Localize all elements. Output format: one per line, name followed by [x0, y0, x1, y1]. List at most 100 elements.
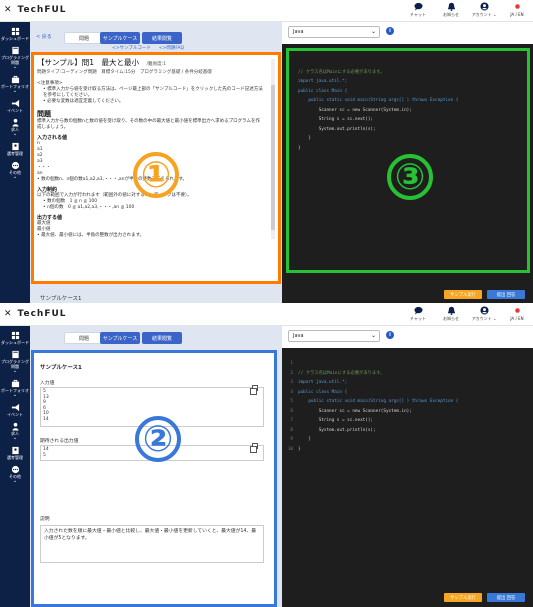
sidebar-item-portfolio[interactable]: ポートフォリオ ⌄: [0, 379, 30, 398]
sidebar-item-jobs[interactable]: 求人 ⌄: [0, 118, 30, 137]
language-bar: Java ⌄ i: [282, 326, 533, 348]
language-select[interactable]: Java ⌄: [288, 26, 380, 38]
lang-switch[interactable]: JA / EN: [505, 2, 529, 18]
sidebar: ダッシュボード プログラミング問題 ⌄ ポートフォリオ ⌄ イベント 求人 ⌄ 選考管…: [0, 22, 30, 303]
copy-icon[interactable]: [250, 385, 258, 395]
lang-switch[interactable]: JA / EN: [505, 306, 529, 322]
tab-problem[interactable]: 問題: [64, 32, 104, 44]
briefcase-icon: [11, 75, 19, 84]
sidebar-item-problems[interactable]: プログラミング問題 ⌄: [0, 350, 30, 374]
sidebar-label: ダッシュボード: [1, 340, 29, 345]
user-card-icon: [11, 142, 19, 151]
tab-result[interactable]: 結果閲覧: [142, 32, 182, 44]
notice-button[interactable]: お知らせ: [439, 306, 463, 322]
sample-case-panel: サンプルケース1 入力値 5 13 9 6 10 14 期待される出力値 14 …: [31, 350, 277, 607]
note-item: • 標準入力から値を受け取る方法は、ページ最上部の「サンプルコード」をクリックし…: [43, 87, 263, 98]
sidebar-label: 選考管理: [7, 455, 23, 460]
marker-three: ③: [387, 154, 433, 200]
tab-result[interactable]: 結果閲覧: [142, 332, 182, 344]
sidebar-item-portfolio[interactable]: ポートフォリオ ⌄: [0, 75, 30, 94]
chat-button[interactable]: チャット: [406, 2, 430, 18]
top-header: ✕ TechFUL チャット お知らせ アカウント ⌄ JA / EN: [0, 304, 533, 326]
tab-problem[interactable]: 問題: [64, 332, 104, 344]
account-label: アカウント ⌄: [471, 316, 497, 321]
chevron-down-icon: ⌄: [12, 88, 18, 94]
account-button[interactable]: アカウント ⌄: [472, 306, 496, 322]
person-icon: [11, 422, 19, 431]
info-icon[interactable]: i: [386, 27, 394, 35]
problem-meta: 問題タイプ:コーディング問題 目標タイム:15分 プログラミング基礎 / 条件分…: [37, 70, 212, 75]
brand-logo: ✕ TechFUL: [4, 309, 67, 319]
problem-links: <>サンプルコード <>問題FAQ: [112, 45, 192, 51]
output-label: 期待される出力値: [40, 439, 79, 444]
section-problem: 問題: [37, 110, 51, 118]
status-dot-icon: [514, 4, 520, 9]
top-header: ✕ TechFUL チャット お知らせ アカウント ⌄ JA / EN: [0, 0, 533, 22]
chevron-down-icon: ⌄: [12, 478, 18, 484]
sidebar-label: イベント: [7, 108, 23, 113]
code-editor[interactable]: Java ⌄ i 1 2 3 4 5 6 7 8 9 10 // クラス名はMai…: [282, 326, 533, 607]
tab-sample[interactable]: サンプルケース: [100, 332, 140, 344]
run-sample-button[interactable]: サンプル実行: [444, 290, 482, 299]
sample-case-heading: サンプルケース1: [40, 296, 82, 302]
chat-icon: [413, 306, 423, 315]
sidebar-item-other[interactable]: その他 ⌄: [0, 161, 30, 180]
desc-text: 入力された数を順に最大値・最小値と比較し、最大値・最小値を更新していくと、最大値…: [40, 525, 264, 563]
megaphone-icon: [11, 99, 19, 108]
chevron-down-icon: ⌄: [12, 64, 18, 70]
output-note: • 最大値、最小値には、半角の整数が出力されます。: [37, 233, 145, 238]
sidebar-item-selection[interactable]: 選考管理: [0, 142, 30, 156]
tab-bar: 問題 サンプルケース 結果閲覧: [30, 330, 282, 346]
chevron-down-icon: ⌄: [370, 28, 376, 35]
difficulty-label: /難易度:1: [146, 62, 166, 67]
marker-one: ①: [133, 152, 179, 198]
constraint-item: • n個の数 0 ≦ a1,a2,a3,・・・,an ≦ 100: [43, 205, 135, 210]
book-icon: [11, 350, 19, 359]
tab-sample[interactable]: サンプルケース: [100, 32, 140, 44]
sidebar-item-other[interactable]: その他 ⌄: [0, 465, 30, 484]
book-icon: [11, 46, 19, 55]
user-card-icon: [11, 446, 19, 455]
notice-button[interactable]: お知らせ: [439, 2, 463, 18]
submit-button[interactable]: 提出 回答: [487, 593, 525, 602]
bell-icon: [447, 306, 455, 315]
sidebar-item-events[interactable]: イベント: [0, 99, 30, 113]
chat-button[interactable]: チャット: [406, 306, 430, 322]
language-select[interactable]: Java ⌄: [288, 330, 380, 342]
sidebar-label: ダッシュボード: [1, 36, 29, 41]
sidebar-item-problems[interactable]: プログラミング問題 ⌄: [0, 46, 30, 70]
close-icon[interactable]: ✕: [4, 309, 13, 319]
chat-icon: [413, 2, 423, 11]
sidebar-item-dashboard[interactable]: ダッシュボード: [0, 27, 30, 41]
copy-icon[interactable]: [250, 443, 258, 453]
sidebar-item-selection[interactable]: 選考管理: [0, 446, 30, 460]
info-icon[interactable]: i: [386, 331, 394, 339]
account-button[interactable]: アカウント ⌄: [472, 2, 496, 18]
sample-code-link[interactable]: <>サンプルコード: [112, 46, 151, 51]
dashboard-icon: [11, 331, 19, 340]
status-dot-icon: [514, 308, 520, 313]
chevron-down-icon: ⌄: [12, 435, 18, 441]
megaphone-icon: [11, 403, 19, 412]
brand-logo: ✕ TechFUL: [4, 5, 67, 15]
close-icon[interactable]: ✕: [4, 5, 13, 15]
sidebar-label: 選考管理: [7, 151, 23, 156]
faq-link[interactable]: <>問題FAQ: [159, 46, 184, 51]
screen-problem: ✕ TechFUL チャット お知らせ アカウント ⌄ JA / EN ダッシュボ…: [0, 0, 533, 303]
scrollbar-thumb[interactable]: [271, 85, 275, 230]
brand-name: TechFUL: [17, 5, 67, 15]
sample-title: サンプルケース1: [40, 365, 82, 371]
back-link[interactable]: < 戻る: [36, 33, 52, 40]
sidebar: ダッシュボード プログラミング問題 ⌄ ポートフォリオ ⌄ イベント 求人 ⌄ 選考管…: [0, 326, 30, 607]
sidebar-item-events[interactable]: イベント: [0, 403, 30, 417]
run-sample-button[interactable]: サンプル実行: [444, 593, 482, 602]
sidebar-item-dashboard[interactable]: ダッシュボード: [0, 331, 30, 345]
briefcase-icon: [11, 379, 19, 388]
sidebar-item-jobs[interactable]: 求人 ⌄: [0, 422, 30, 441]
chevron-down-icon: ⌄: [12, 392, 18, 398]
problem-title: 【サンプル】問1 最大と最小 /難易度:1: [37, 58, 166, 67]
submit-button[interactable]: 提出 回答: [487, 290, 525, 299]
code-content[interactable]: // クラス名はMainにする必要があります。 import java.util.…: [298, 359, 458, 473]
account-icon: [479, 2, 489, 11]
account-icon: [479, 306, 489, 315]
